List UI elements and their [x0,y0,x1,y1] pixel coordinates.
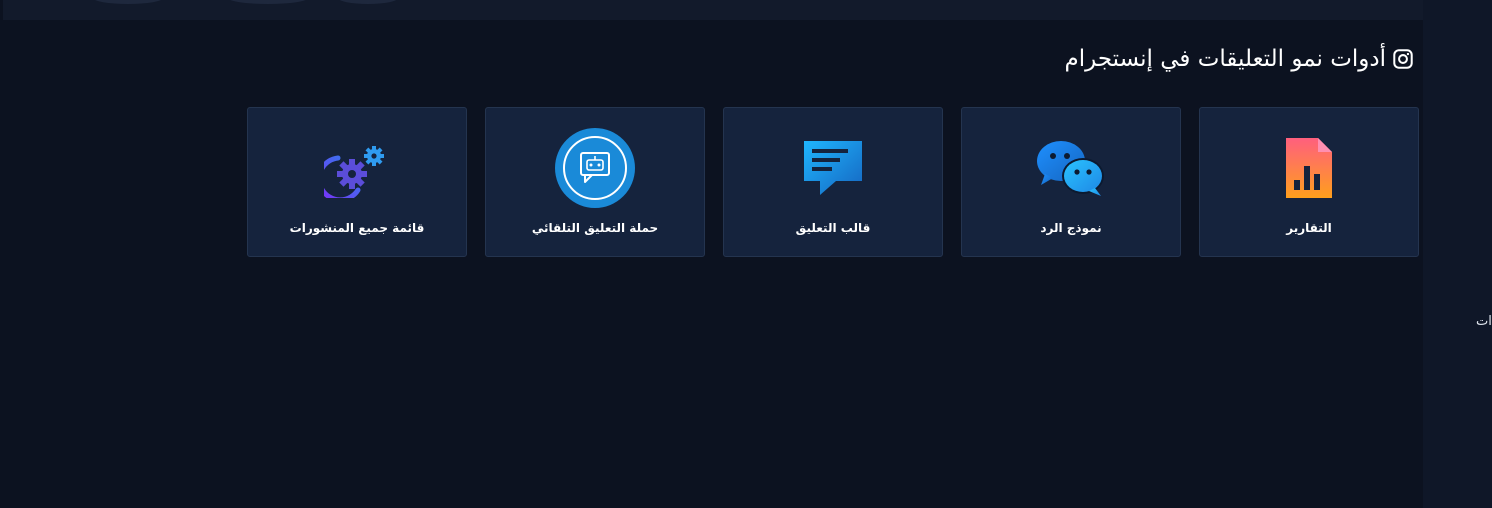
card-label: التقارير [1286,221,1332,235]
chat-bubbles-icon [1031,128,1111,208]
right-sidebar: ات [1423,0,1492,508]
comment-template-icon [793,128,873,208]
top-bar-blur [93,0,163,4]
card-comment-template[interactable]: قالب التعليق [723,107,943,257]
instagram-icon [1392,48,1414,70]
page-title-text: أدوات نمو التعليقات في إنستجرام [1064,46,1386,72]
card-label: نموذج الرد [1040,221,1102,235]
robot-chat-icon [555,128,635,208]
card-auto-comment-campaign[interactable]: حملة التعليق التلقائي [485,107,705,257]
report-icon [1269,128,1349,208]
gears-icon [317,128,397,208]
card-label: حملة التعليق التلقائي [531,221,659,235]
card-reports[interactable]: التقارير [1199,107,1419,257]
card-label: قالب التعليق [795,221,871,235]
tools-grid: قائمة جميع المنشورات حملة التعليق التلقا… [247,107,1419,257]
top-bar-blur [228,0,308,4]
top-bar-blur [338,0,398,4]
card-all-posts[interactable]: قائمة جميع المنشورات [247,107,467,257]
page-title: أدوات نمو التعليقات في إنستجرام [1065,46,1414,72]
sidebar-item-label[interactable]: ات [1476,314,1492,329]
top-bar [3,0,1423,20]
card-label: قائمة جميع المنشورات [289,221,425,235]
card-reply-form[interactable]: نموذج الرد [961,107,1181,257]
